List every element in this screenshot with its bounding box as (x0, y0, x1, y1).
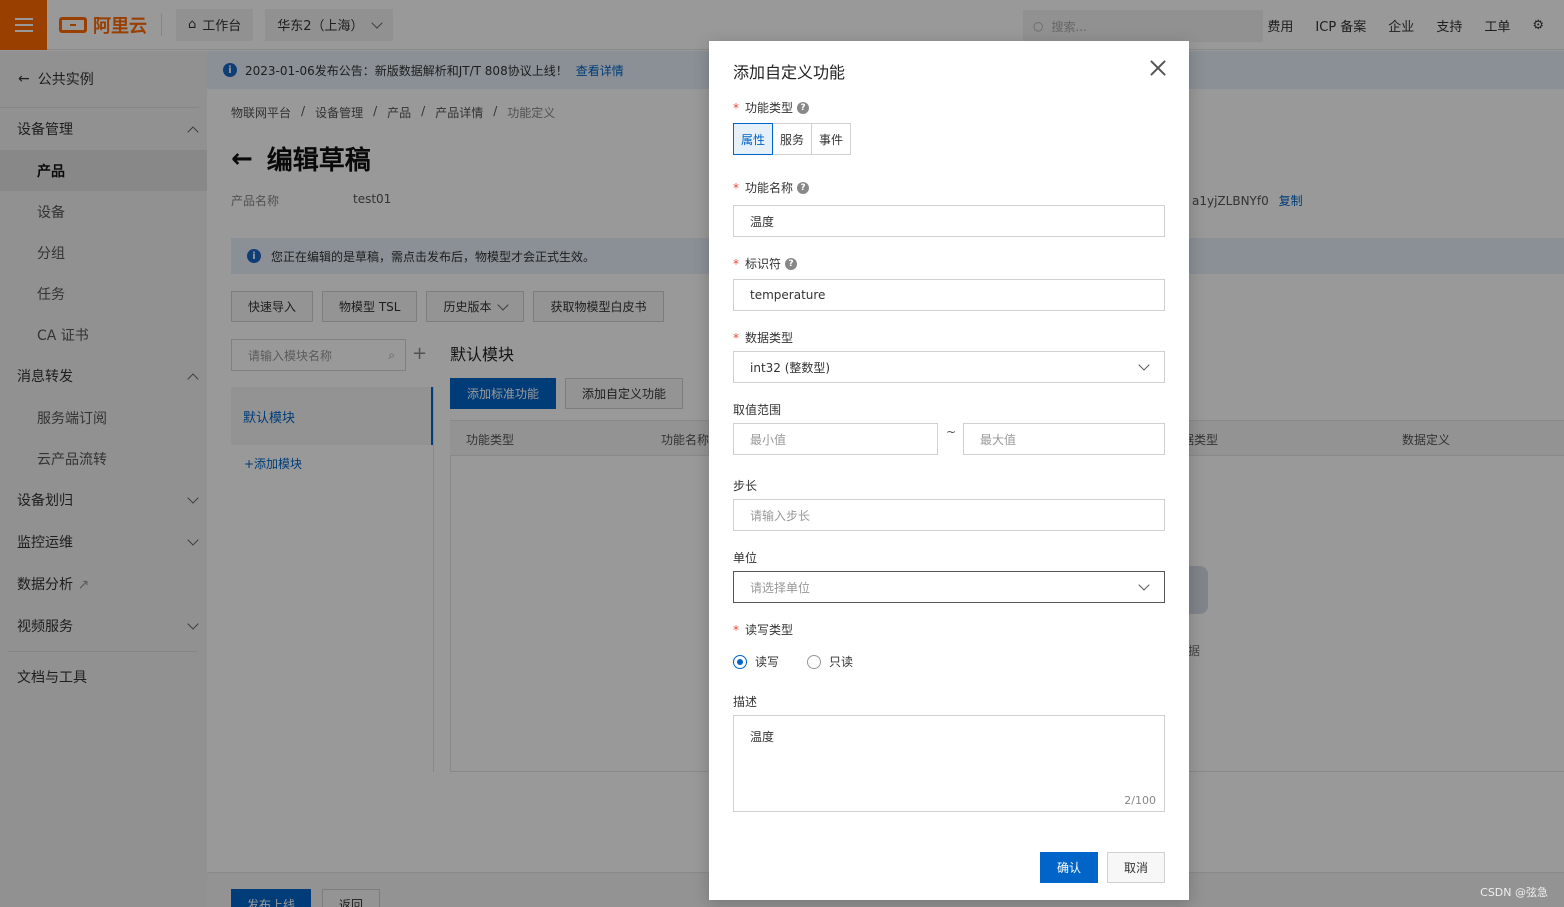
function-type-label: * 功能类型? (733, 99, 810, 116)
range-min-input[interactable]: 最小值 (733, 423, 938, 455)
watermark: CSDN @弦急 (1480, 886, 1548, 899)
add-custom-function-dialog: 添加自定义功能 * 功能类型? 属性 服务 事件 * 功能名称? 温度 * 标识符? … (709, 41, 1189, 900)
description-textarea[interactable]: 温度 2/100 (733, 715, 1165, 812)
identifier-value: temperature (750, 288, 826, 302)
unit-placeholder: 请选择单位 (750, 580, 811, 595)
data-type-select[interactable]: int32 (整数型) (733, 351, 1165, 383)
description-value: 温度 (750, 730, 775, 744)
help-icon: ? (785, 257, 798, 270)
step-input[interactable]: 请输入步长 (733, 499, 1165, 531)
data-type-label: * 数据类型 (733, 330, 794, 346)
close-icon[interactable] (1149, 59, 1167, 77)
function-type-segment: 属性 服务 事件 (733, 123, 852, 155)
segment-service[interactable]: 服务 (772, 123, 813, 155)
radio-unchecked-icon (807, 654, 822, 669)
function-name-label: * 功能名称? (733, 179, 810, 196)
char-counter: 2/100 (1124, 794, 1156, 807)
dialog-title: 添加自定义功能 (733, 63, 846, 82)
function-name-value: 温度 (750, 214, 775, 229)
radio-label: 只读 (829, 655, 854, 669)
rw-type-label: * 读写类型 (733, 622, 794, 638)
range-min-placeholder: 最小值 (750, 432, 787, 447)
data-type-value: int32 (整数型) (750, 360, 831, 375)
cancel-button[interactable]: 取消 (1107, 852, 1165, 883)
radio-checked-icon (733, 654, 747, 669)
chevron-down-icon (1138, 359, 1150, 371)
rw-type-radios: 读写 只读 (733, 653, 853, 670)
radio-read-write[interactable]: 读写 (733, 653, 779, 670)
segment-property[interactable]: 属性 (733, 123, 774, 155)
range-max-placeholder: 最大值 (980, 432, 1017, 447)
identifier-label: * 标识符? (733, 255, 798, 272)
unit-select[interactable]: 请选择单位 (733, 571, 1165, 603)
range-max-input[interactable]: 最大值 (963, 423, 1165, 455)
description-label: 描述 (733, 695, 758, 709)
radio-read-only[interactable]: 只读 (807, 653, 853, 670)
range-separator: ~ (946, 425, 957, 439)
segment-event[interactable]: 事件 (811, 123, 852, 155)
confirm-button[interactable]: 确认 (1040, 852, 1098, 883)
help-icon: ? (797, 181, 810, 194)
radio-label: 读写 (755, 655, 780, 669)
step-label: 步长 (733, 479, 758, 493)
unit-label: 单位 (733, 551, 758, 565)
step-placeholder: 请输入步长 (750, 508, 811, 523)
chevron-down-icon (1138, 579, 1150, 591)
range-label: 取值范围 (733, 403, 782, 417)
help-icon: ? (797, 101, 810, 114)
function-name-input[interactable]: 温度 (733, 205, 1165, 237)
identifier-input[interactable]: temperature (733, 279, 1165, 311)
